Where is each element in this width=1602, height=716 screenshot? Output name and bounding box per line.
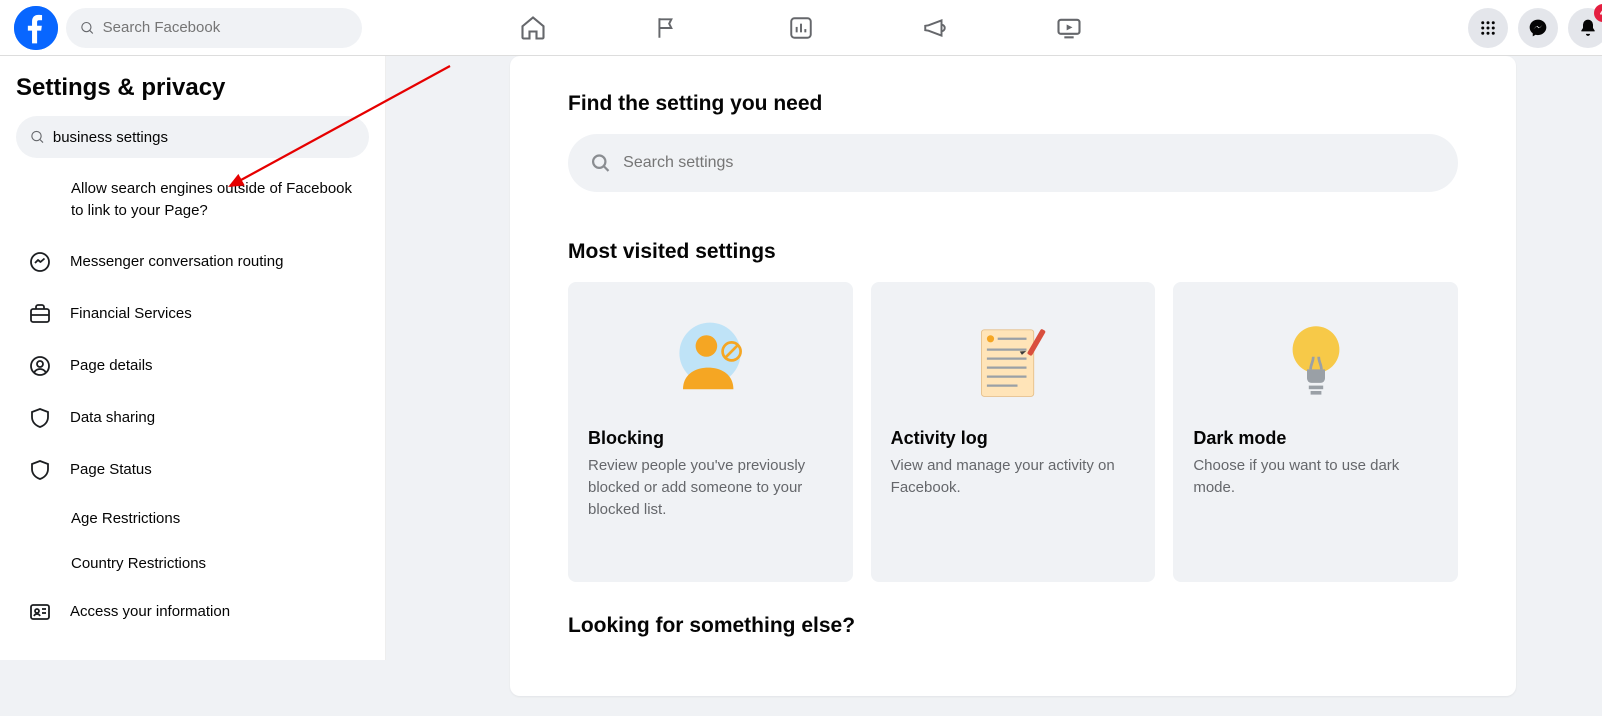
messenger-icon [26, 250, 54, 274]
top-right-controls: 4 [1468, 8, 1588, 48]
search-icon [30, 129, 45, 145]
sidebar-item-label: Country Restrictions [71, 555, 206, 572]
messenger-icon [1528, 18, 1548, 38]
notification-badge: 4 [1594, 4, 1602, 22]
tab-insights[interactable] [778, 5, 824, 51]
flag-icon [654, 15, 680, 41]
settings-search[interactable] [16, 116, 369, 158]
sidebar-item-data-sharing[interactable]: Data sharing [16, 392, 369, 444]
id-card-icon [26, 600, 54, 624]
tile-title: Activity log [891, 428, 1136, 449]
sidebar-item-page-details[interactable]: Page details [16, 340, 369, 392]
tile-title: Dark mode [1193, 428, 1438, 449]
sidebar-item-label: Page details [70, 357, 153, 374]
sidebar-item-search-engine[interactable]: Allow search engines outside of Facebook… [16, 164, 369, 236]
sidebar-item-label: Access your information [70, 603, 230, 620]
tiles-row: Blocking Review people you've previously… [568, 282, 1458, 582]
find-setting-title: Find the setting you need [568, 92, 1458, 116]
sidebar-item-financial[interactable]: Financial Services [16, 288, 369, 340]
most-visited-title: Most visited settings [568, 240, 1458, 264]
tab-video[interactable] [1046, 5, 1092, 51]
shield-icon [26, 406, 54, 430]
settings-card: Find the setting you need Most visited s… [510, 56, 1516, 696]
chart-icon [788, 15, 814, 41]
shield-icon [26, 458, 54, 482]
main-content: Find the setting you need Most visited s… [386, 56, 1602, 660]
tab-pages[interactable] [644, 5, 690, 51]
video-icon [1055, 14, 1083, 42]
sidebar-item-page-status[interactable]: Page Status [16, 444, 369, 496]
page-title: Settings & privacy [16, 74, 369, 102]
sidebar-item-messenger-routing[interactable]: Messenger conversation routing [16, 236, 369, 288]
settings-search-input[interactable] [53, 129, 355, 146]
facebook-logo[interactable] [14, 6, 58, 50]
sidebar-item-label: Age Restrictions [71, 510, 180, 527]
sidebar-item-country-restrictions[interactable]: Country Restrictions [16, 541, 369, 586]
sidebar: Settings & privacy Allow search engines … [0, 56, 386, 660]
sidebar-item-label: Page Status [70, 461, 152, 478]
bell-icon [1578, 18, 1598, 38]
main-settings-search[interactable] [568, 134, 1458, 192]
megaphone-icon [922, 15, 948, 41]
tab-home[interactable] [510, 5, 556, 51]
grid-icon [1479, 19, 1497, 37]
sidebar-item-label: Data sharing [70, 409, 155, 426]
search-icon [80, 20, 95, 36]
home-icon [519, 14, 547, 42]
sidebar-item-label: Messenger conversation routing [70, 253, 283, 270]
sidebar-list: Allow search engines outside of Facebook… [16, 164, 369, 638]
notifications-button[interactable]: 4 [1568, 8, 1602, 48]
messenger-button[interactable] [1518, 8, 1558, 48]
tile-blocking[interactable]: Blocking Review people you've previously… [568, 282, 853, 582]
looking-title: Looking for something else? [568, 614, 1458, 638]
search-icon [590, 152, 611, 174]
blocking-illustration [588, 304, 833, 424]
sidebar-item-label: Financial Services [70, 305, 192, 322]
tile-title: Blocking [588, 428, 833, 449]
sidebar-item-access-info[interactable]: Access your information [16, 586, 369, 638]
tile-desc: Choose if you want to use dark mode. [1193, 455, 1438, 499]
global-search[interactable] [66, 8, 362, 48]
top-center-tabs [510, 5, 1092, 51]
sidebar-item-age-restrictions[interactable]: Age Restrictions [16, 496, 369, 541]
main-settings-search-input[interactable] [623, 154, 1436, 172]
sidebar-item-label: Allow search engines outside of Facebook… [71, 178, 359, 222]
dark-mode-illustration [1193, 304, 1438, 424]
briefcase-icon [26, 302, 54, 326]
activity-log-illustration [891, 304, 1136, 424]
menu-button[interactable] [1468, 8, 1508, 48]
tile-activity-log[interactable]: Activity log View and manage your activi… [871, 282, 1156, 582]
global-search-input[interactable] [103, 19, 348, 36]
tile-dark-mode[interactable]: Dark mode Choose if you want to use dark… [1173, 282, 1458, 582]
tab-ads[interactable] [912, 5, 958, 51]
facebook-icon [14, 6, 58, 50]
top-nav: 4 [0, 0, 1602, 56]
tile-desc: View and manage your activity on Faceboo… [891, 455, 1136, 499]
person-icon [26, 354, 54, 378]
tile-desc: Review people you've previously blocked … [588, 455, 833, 520]
